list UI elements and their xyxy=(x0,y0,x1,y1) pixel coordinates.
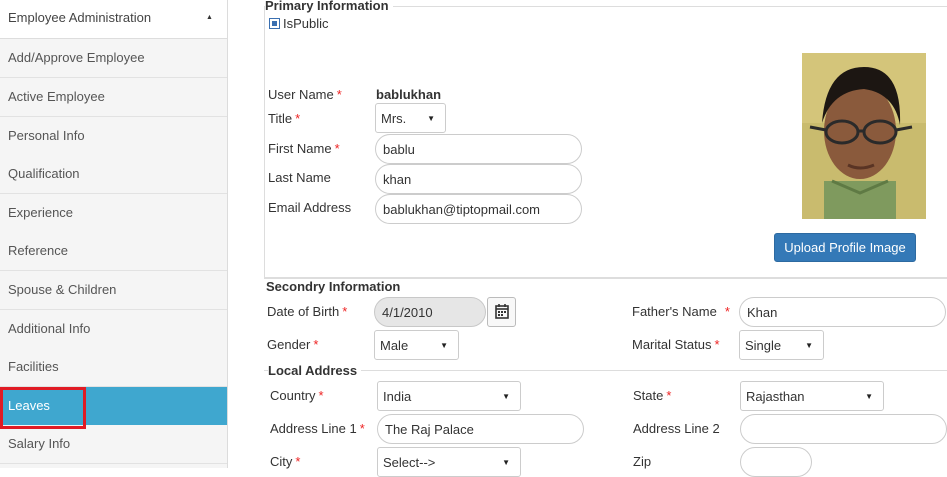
sidebar-item-experience[interactable]: Experience xyxy=(0,194,227,233)
zip-input[interactable] xyxy=(740,447,812,477)
country-select[interactable]: India ▼ xyxy=(377,381,521,411)
sidebar-item-qualification[interactable]: Qualification xyxy=(0,155,227,194)
dob-label: Date of Birth * xyxy=(267,304,348,319)
state-label: State * xyxy=(633,388,672,403)
last-name-label: Last Name xyxy=(268,170,331,185)
title-label: Title * xyxy=(268,111,301,126)
sidebar-item-label: Spouse & Children xyxy=(8,282,117,297)
address-line-2-label: Address Line 2 xyxy=(633,421,720,436)
dropdown-arrow-icon: ▼ xyxy=(502,392,510,401)
first-name-label: First Name * xyxy=(268,141,340,156)
sidebar-item-label: Qualification xyxy=(8,166,80,181)
sidebar-item-label: Facilities xyxy=(8,359,59,374)
father-name-label: Father's Name * xyxy=(632,304,730,319)
sidebar-item-label: Add/Approve Employee xyxy=(8,50,145,65)
sidebar-item-active-employee[interactable]: Active Employee xyxy=(0,78,227,117)
sidebar-item-salary-info[interactable]: Salary Info xyxy=(0,425,227,464)
country-label: Country * xyxy=(270,388,324,403)
dropdown-arrow-icon: ▼ xyxy=(427,114,435,123)
profile-photo xyxy=(802,53,926,219)
country-select-value: India xyxy=(383,389,412,404)
city-label: City * xyxy=(270,454,301,469)
address-line-1-label: Address Line 1 * xyxy=(270,421,365,436)
profile-photo-image xyxy=(802,53,926,219)
marital-status-select[interactable]: Single ▼ xyxy=(739,330,824,360)
sidebar-item-label: Leaves xyxy=(8,398,50,413)
gender-select-value: Male xyxy=(380,338,409,353)
sidebar: Employee Administration ▲ Add/Approve Em… xyxy=(0,0,228,468)
address-line-2-input[interactable] xyxy=(740,414,947,444)
sidebar-item-reference[interactable]: Reference xyxy=(0,232,227,271)
date-picker-button[interactable] xyxy=(487,297,516,327)
gender-label: Gender * xyxy=(267,337,319,352)
sidebar-item-label: Reference xyxy=(8,243,68,258)
local-address-divider xyxy=(264,370,947,371)
upload-profile-image-button[interactable]: Upload Profile Image xyxy=(774,233,916,262)
is-public-label: IsPublic xyxy=(283,16,329,31)
sidebar-item-add-approve-employee[interactable]: Add/Approve Employee xyxy=(0,39,227,78)
sidebar-item-leaves[interactable]: Leaves xyxy=(0,387,227,426)
email-label: Email Address xyxy=(268,200,352,215)
sidebar-item-personal-info[interactable]: Personal Info xyxy=(0,117,227,156)
dropdown-arrow-icon: ▼ xyxy=(865,392,873,401)
state-select[interactable]: Rajasthan ▼ xyxy=(740,381,884,411)
secondary-info-legend: Secondry Information xyxy=(266,279,405,294)
dropdown-arrow-icon: ▼ xyxy=(440,341,448,350)
dob-input[interactable]: 4/1/2010 xyxy=(374,297,486,327)
username-label: User Name * xyxy=(268,87,342,102)
sidebar-section-header[interactable]: Employee Administration ▲ xyxy=(0,0,227,39)
sidebar-item-label: Additional Info xyxy=(8,321,91,336)
marital-status-label: Marital Status * xyxy=(632,337,720,352)
sidebar-item-label: Experience xyxy=(8,205,74,220)
local-address-legend: Local Address xyxy=(268,363,362,378)
sidebar-item-additional-info[interactable]: Additional Info xyxy=(0,310,227,349)
sidebar-item-facilities[interactable]: Facilities xyxy=(0,348,227,387)
sidebar-item-label: Active Employee xyxy=(8,89,105,104)
primary-info-legend: Primary Information xyxy=(265,0,393,13)
is-public-checkbox[interactable] xyxy=(269,18,280,29)
sidebar-item-label: Personal Info xyxy=(8,128,85,143)
email-input[interactable]: bablukhan@tiptopmail.com xyxy=(375,194,582,224)
state-select-value: Rajasthan xyxy=(746,389,805,404)
sidebar-item-spouse-children[interactable]: Spouse & Children xyxy=(0,271,227,310)
dropdown-arrow-icon: ▼ xyxy=(805,341,813,350)
title-select[interactable]: Mrs. ▼ xyxy=(375,103,446,133)
calendar-icon xyxy=(495,304,509,319)
address-line-1-input[interactable]: The Raj Palace xyxy=(377,414,584,444)
dropdown-arrow-icon: ▼ xyxy=(502,458,510,467)
title-select-value: Mrs. xyxy=(381,111,407,126)
gender-select[interactable]: Male ▼ xyxy=(374,330,459,360)
sidebar-section-title: Employee Administration xyxy=(8,10,152,25)
marital-status-select-value: Single xyxy=(745,338,782,353)
last-name-input[interactable]: khan xyxy=(375,164,582,194)
zip-label: Zip xyxy=(633,454,652,469)
sidebar-item-label: Salary Info xyxy=(8,436,71,451)
username-value: bablukhan xyxy=(376,87,442,102)
city-select[interactable]: Select--> ▼ xyxy=(377,447,521,477)
first-name-input[interactable]: bablu xyxy=(375,134,582,164)
caret-up-icon: ▲ xyxy=(206,14,213,21)
father-name-input[interactable]: Khan xyxy=(739,297,946,327)
